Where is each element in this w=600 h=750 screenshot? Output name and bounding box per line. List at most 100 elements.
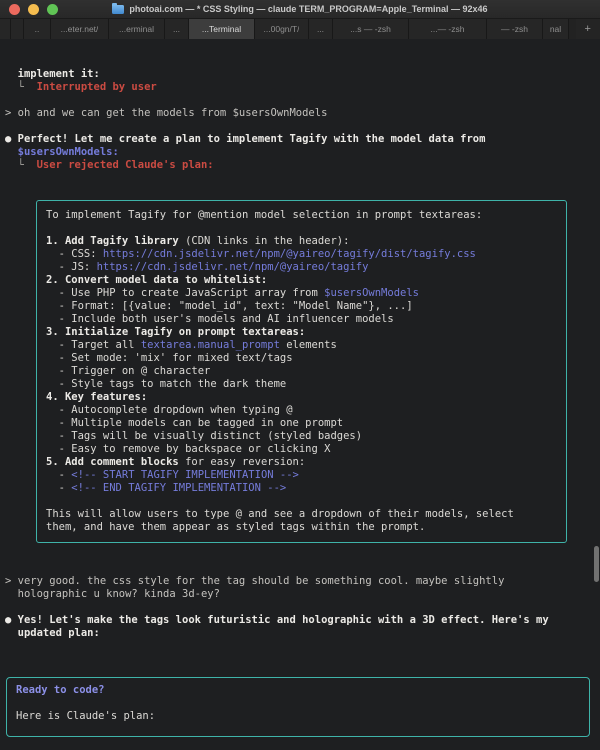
text-segment: - Style tags to match the dark theme xyxy=(46,378,286,390)
terminal-line: implement it: xyxy=(5,68,595,81)
text-segment: updated plan: xyxy=(5,627,100,639)
text-segment: > oh and we can get the models from $use… xyxy=(5,107,327,119)
tab-5[interactable]: ... xyxy=(165,19,189,39)
text-segment: elements xyxy=(280,339,337,351)
text-segment: https://cdn.jsdelivr.net/npm/@yaireo/tag… xyxy=(103,248,476,260)
tab-label: ...00gn/T/ xyxy=(264,24,300,34)
tab-11[interactable]: — -zsh xyxy=(487,19,543,39)
tab-7[interactable]: ...00gn/T/ xyxy=(255,19,309,39)
terminal-line xyxy=(5,120,595,133)
terminal-line: - Use PHP to create JavaScript array fro… xyxy=(46,287,557,300)
text-segment: 3. Initialize Tagify on prompt textareas… xyxy=(46,326,305,338)
terminal-content[interactable]: implement it: └ Interrupted by user > oh… xyxy=(0,39,600,634)
terminal-line: └ User rejected Claude's plan: xyxy=(5,159,595,172)
text-segment: ● Perfect! Let me create a plan to imple… xyxy=(5,133,485,145)
tab-4[interactable]: ...erminal xyxy=(109,19,165,39)
terminal-line: $usersOwnModels: xyxy=(5,146,595,159)
window-title: photoai.com — * CSS Styling — claude TER… xyxy=(129,4,487,14)
tab-label: .. xyxy=(35,24,40,34)
terminal-line xyxy=(16,697,580,710)
text-segment: (CDN links in the header): xyxy=(179,235,350,247)
tab-label: — -zsh xyxy=(501,24,528,34)
tab-label: ...— -zsh xyxy=(430,24,464,34)
terminal-line: - Autocomplete dropdown when typing @ xyxy=(46,404,557,417)
tab-label: ...s — -zsh xyxy=(350,24,391,34)
scrollbar-thumb[interactable] xyxy=(594,546,599,582)
text-segment: - Tags will be visually distinct (styled… xyxy=(46,430,362,442)
text-segment: $usersOwnModels: xyxy=(5,146,119,158)
tab-scroll-area: .. ...eter.net/ ...erminal... ...Terminal..… xyxy=(0,19,576,39)
text-segment: 4. Key features: xyxy=(46,391,147,403)
terminal-line: Ready to code? xyxy=(16,684,580,697)
text-segment: - Easy to remove by backspace or clickin… xyxy=(46,443,330,455)
tab-label: ...erminal xyxy=(119,24,154,34)
tab-9[interactable]: ...s — -zsh xyxy=(333,19,409,39)
text-segment: └ xyxy=(5,81,37,93)
text-segment: - Multiple models can be tagged in one p… xyxy=(46,417,343,429)
tab-label: ...eter.net/ xyxy=(61,24,99,34)
zoom-button[interactable] xyxy=(47,4,58,15)
text-segment: - Include both user's models and AI infl… xyxy=(46,313,394,325)
text-segment: them, and have them appear as styled tag… xyxy=(46,521,425,533)
plan-box-bottom: Ready to code? Here is Claude's plan: xyxy=(6,677,590,737)
terminal-line: 1. Add Tagify library (CDN links in the … xyxy=(46,235,557,248)
terminal-line: └ Interrupted by user xyxy=(5,81,595,94)
tab-6[interactable]: ...Terminal xyxy=(189,19,255,39)
tab-1[interactable] xyxy=(11,19,24,39)
tab-label: ...Terminal xyxy=(202,24,241,34)
terminal-line: - JS: https://cdn.jsdelivr.net/npm/@yair… xyxy=(46,261,557,274)
text-segment: - Autocomplete dropdown when typing @ xyxy=(46,404,293,416)
tab-3[interactable]: ...eter.net/ xyxy=(51,19,109,39)
text-segment: $usersOwnModels xyxy=(324,287,419,299)
text-segment: - JS: xyxy=(46,261,97,273)
text-segment: - Trigger on @ character xyxy=(46,365,210,377)
text-segment: - xyxy=(46,469,71,481)
tab-8[interactable]: ... xyxy=(309,19,333,39)
text-segment: Ready to code? xyxy=(16,684,105,696)
text-segment: for easy reversion: xyxy=(179,456,305,468)
terminal-line: This will allow users to type @ and see … xyxy=(46,508,557,521)
text-segment: 5. Add comment blocks xyxy=(46,456,179,468)
close-button[interactable] xyxy=(9,4,20,15)
terminal-line: - Format: [{value: "model_id", text: "Mo… xyxy=(46,300,557,313)
minimize-button[interactable] xyxy=(28,4,39,15)
text-segment: - CSS: xyxy=(46,248,103,260)
tab-2[interactable]: .. xyxy=(24,19,51,39)
text-segment: 2. Convert model data to whitelist: xyxy=(46,274,267,286)
text-segment: - Target all xyxy=(46,339,141,351)
title-bar: photoai.com — * CSS Styling — claude TER… xyxy=(0,0,600,19)
text-segment: holographic u know? kinda 3d-ey? xyxy=(5,588,220,600)
text-segment: implement it: xyxy=(5,68,100,80)
tab-bar: .. ...eter.net/ ...erminal... ...Terminal..… xyxy=(0,19,600,40)
terminal-output-top: implement it: └ Interrupted by user > oh… xyxy=(5,68,595,172)
terminal-line xyxy=(46,222,557,235)
tab-10[interactable]: ...— -zsh xyxy=(409,19,487,39)
terminal-line: 5. Add comment blocks for easy reversion… xyxy=(46,456,557,469)
tab-0[interactable] xyxy=(0,19,11,39)
terminal-line: 3. Initialize Tagify on prompt textareas… xyxy=(46,326,557,339)
terminal-line: ● Perfect! Let me create a plan to imple… xyxy=(5,133,595,146)
text-segment: textarea.manual_prompt xyxy=(141,339,280,351)
terminal-line: 2. Convert model data to whitelist: xyxy=(46,274,557,287)
terminal-line xyxy=(5,94,595,107)
terminal-line: - Multiple models can be tagged in one p… xyxy=(46,417,557,430)
text-segment: - Set mode: 'mix' for mixed text/tags xyxy=(46,352,293,364)
text-segment: └ xyxy=(5,159,37,171)
terminal-line: - Tags will be visually distinct (styled… xyxy=(46,430,557,443)
terminal-output-mid: > very good. the css style for the tag s… xyxy=(5,575,595,640)
terminal-line: - Set mode: 'mix' for mixed text/tags xyxy=(46,352,557,365)
tab-label: ... xyxy=(173,24,180,34)
text-segment: > very good. the css style for the tag s… xyxy=(5,575,504,587)
terminal-line xyxy=(46,495,557,508)
terminal-line xyxy=(5,601,595,614)
terminal-line: - Trigger on @ character xyxy=(46,365,557,378)
new-tab-button[interactable]: + xyxy=(576,19,600,39)
tab-12[interactable]: nal xyxy=(543,19,569,39)
terminal-line: - <!-- END TAGIFY IMPLEMENTATION --> xyxy=(46,482,557,495)
text-segment: <!-- END TAGIFY IMPLEMENTATION --> xyxy=(71,482,286,494)
terminal-line: ● Yes! Let's make the tags look futurist… xyxy=(5,614,595,627)
terminal-line: them, and have them appear as styled tag… xyxy=(46,521,557,534)
text-segment: Interrupted by user xyxy=(37,81,157,93)
tab-label: ... xyxy=(317,24,324,34)
terminal-line: - <!-- START TAGIFY IMPLEMENTATION --> xyxy=(46,469,557,482)
